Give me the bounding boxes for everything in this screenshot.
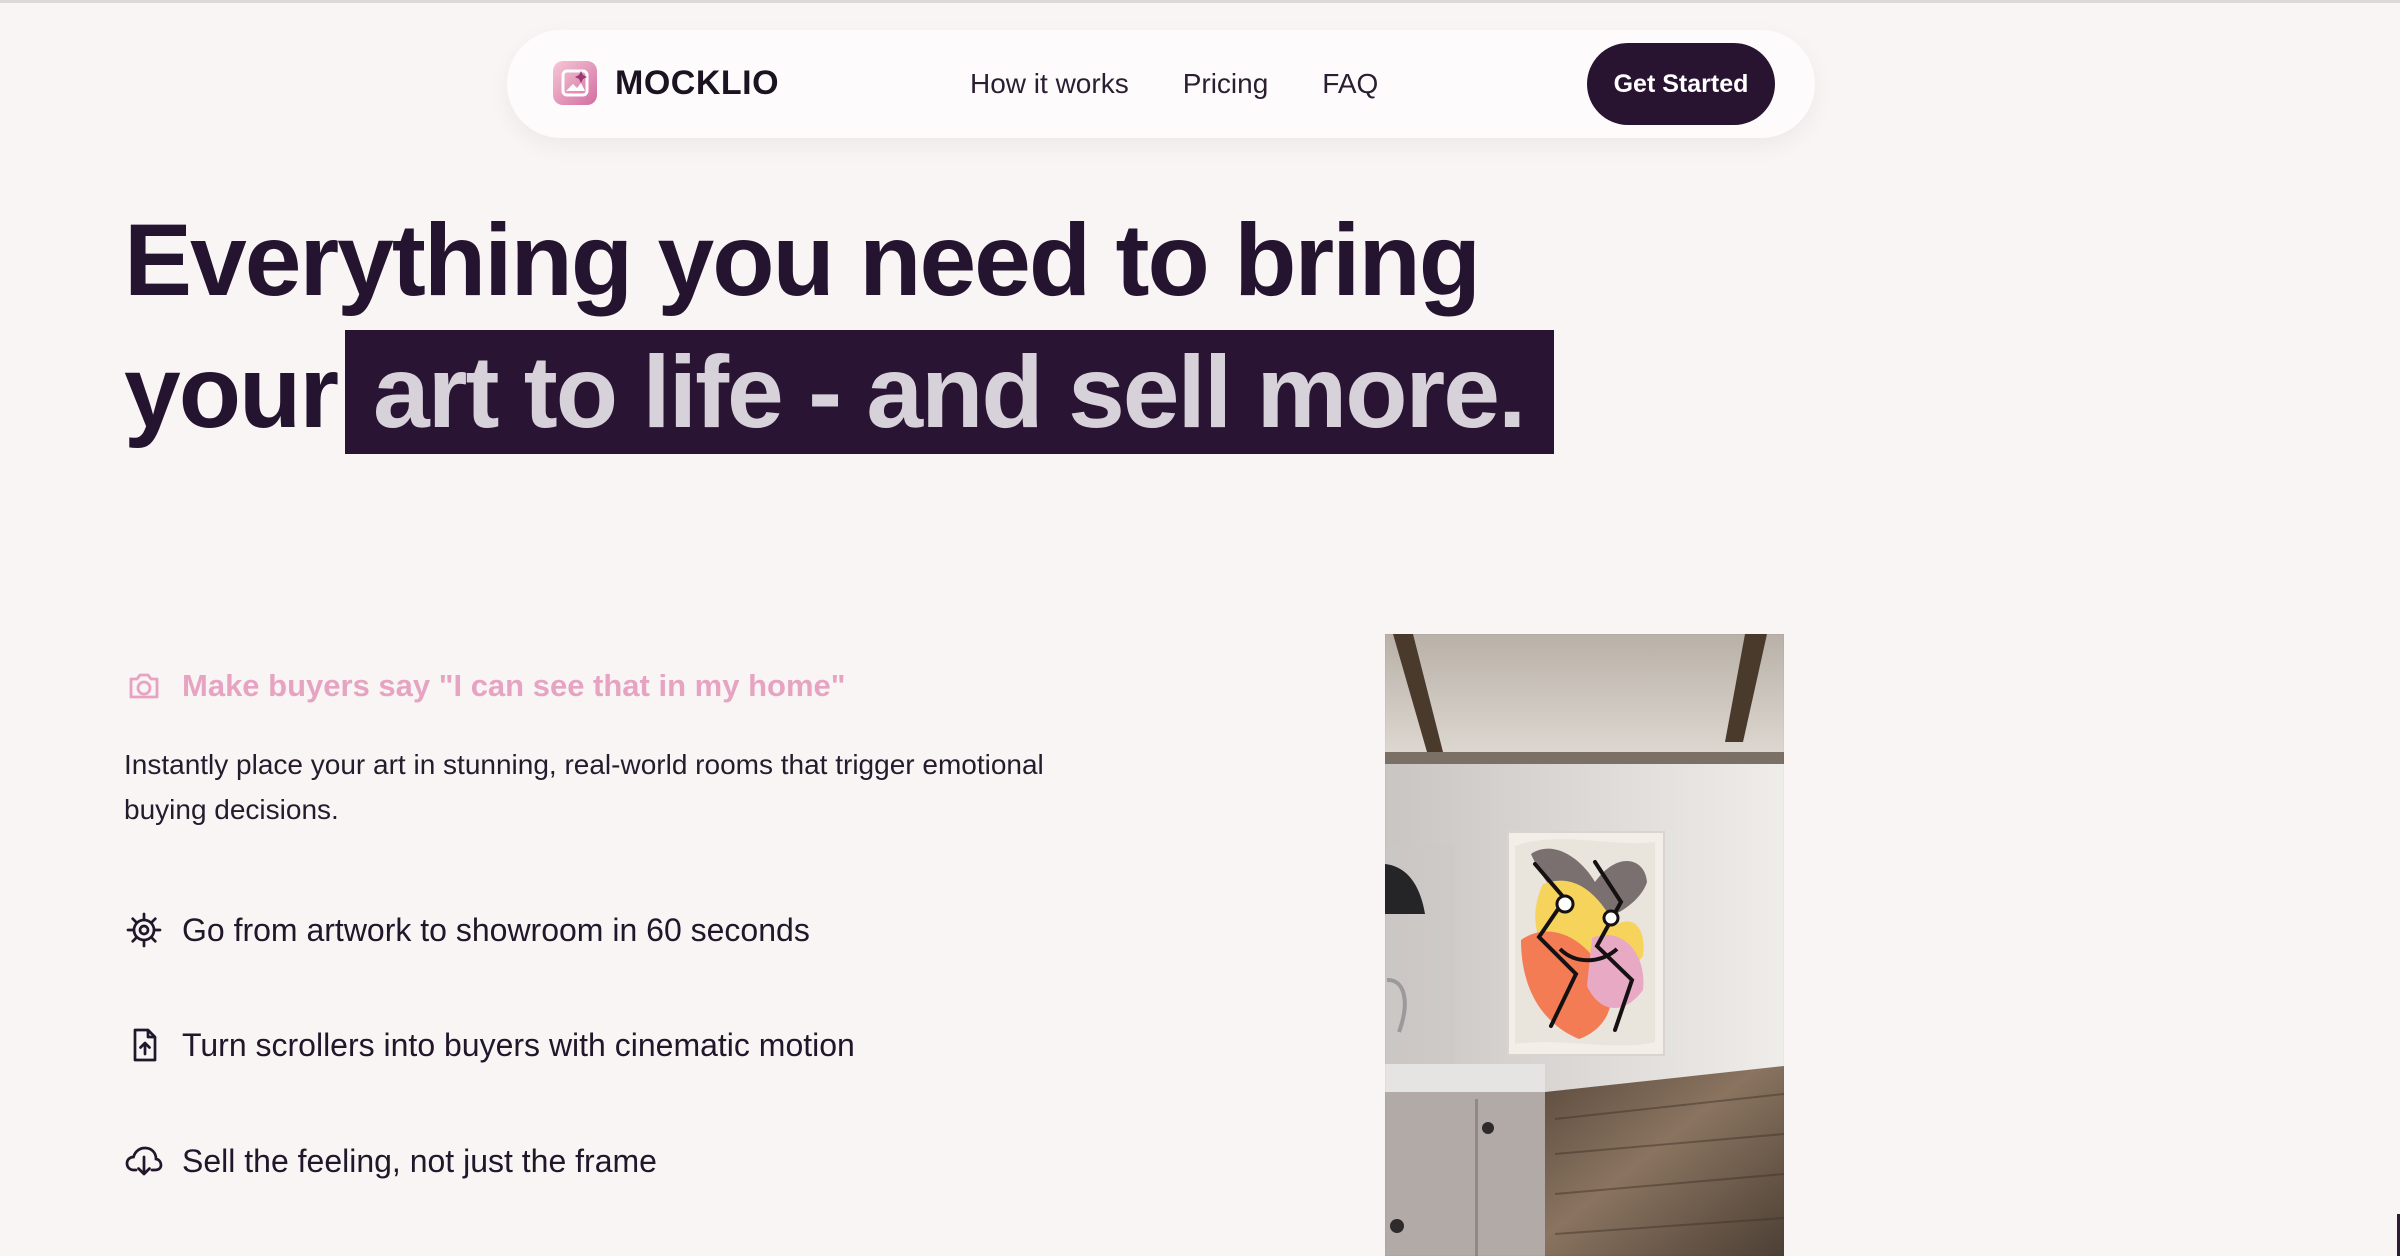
top-navigation: MOCKLIO How it works Pricing FAQ Get Sta… xyxy=(507,30,1815,138)
file-upload-icon xyxy=(124,1025,164,1065)
nav-link-pricing[interactable]: Pricing xyxy=(1183,68,1269,100)
hero-highlight: art to life - and sell more. xyxy=(345,330,1555,454)
cloud-download-icon xyxy=(124,1141,164,1181)
hero-line-two: your art to life - and sell more. xyxy=(124,326,1724,458)
nav-link-how-it-works[interactable]: How it works xyxy=(970,68,1129,100)
get-started-button[interactable]: Get Started xyxy=(1587,43,1775,125)
brand-name: MOCKLIO xyxy=(615,63,780,102)
bullet-text: Turn scrollers into buyers with cinemati… xyxy=(182,1026,855,1063)
feature-block: Make buyers say "I can see that in my ho… xyxy=(124,666,1144,832)
bullet-sell-feeling: Sell the feeling, not just the frame xyxy=(124,1141,657,1181)
nav-links: How it works Pricing FAQ xyxy=(970,68,1378,100)
gear-icon xyxy=(124,910,164,950)
feature-heading-text: Make buyers say "I can see that in my ho… xyxy=(182,668,846,703)
hero-prefix: your xyxy=(124,335,339,449)
feature-description: Instantly place your art in stunning, re… xyxy=(124,749,1044,825)
nav-link-faq[interactable]: FAQ xyxy=(1322,68,1378,100)
image-sparkle-icon xyxy=(553,61,597,105)
bullet-showroom: Go from artwork to showroom in 60 second… xyxy=(124,910,810,950)
camera-icon xyxy=(124,666,164,706)
bullet-cinematic-motion: Turn scrollers into buyers with cinemati… xyxy=(124,1025,855,1065)
landing-page: MOCKLIO How it works Pricing FAQ Get Sta… xyxy=(0,0,2400,1256)
bullet-text: Sell the feeling, not just the frame xyxy=(182,1142,657,1179)
hero-line-one: Everything you need to bring xyxy=(124,203,1481,317)
room-mockup-image xyxy=(1385,634,1784,1256)
hero-title: Everything you need to bring your art to … xyxy=(124,194,1724,458)
top-border xyxy=(0,0,2400,3)
bullet-text: Go from artwork to showroom in 60 second… xyxy=(182,911,810,948)
feature-heading: Make buyers say "I can see that in my ho… xyxy=(124,666,1144,706)
brand[interactable]: MOCKLIO xyxy=(553,61,779,105)
